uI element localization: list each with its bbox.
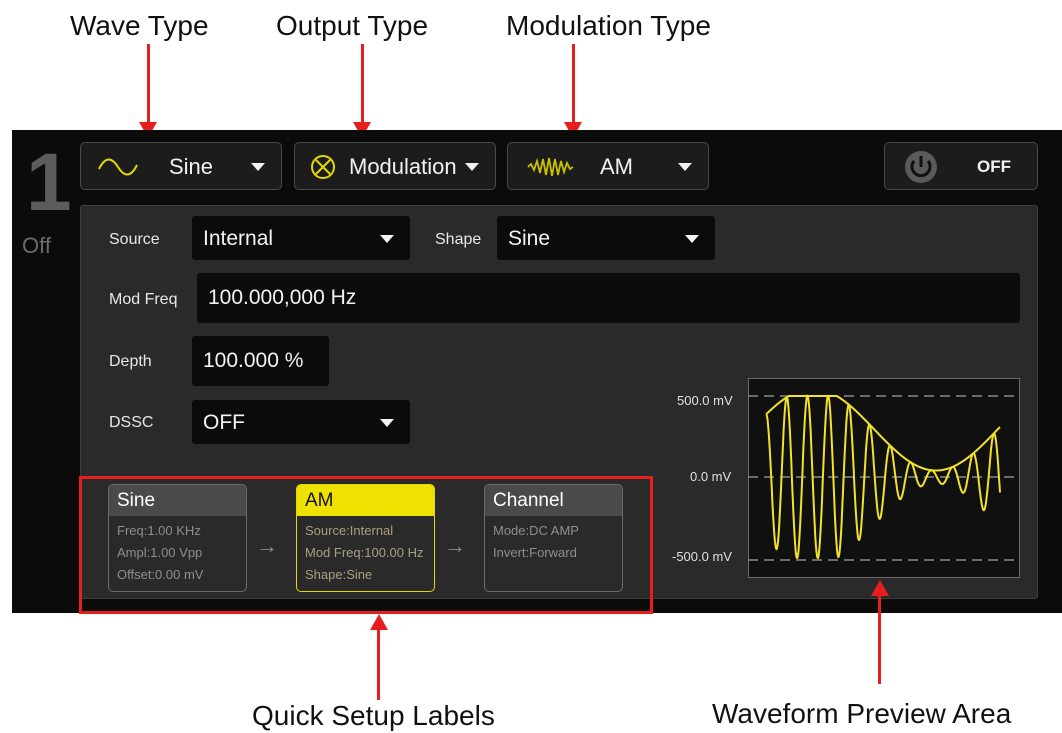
modulation-icon <box>311 155 335 179</box>
callout-arrow-quick-setup <box>377 628 380 700</box>
wave-type-label: Sine <box>169 154 214 179</box>
callout-quick-setup: Quick Setup Labels <box>252 700 495 731</box>
callout-modulation-type: Modulation Type <box>506 10 711 41</box>
callout-waveform-preview: Waveform Preview Area <box>712 698 1012 729</box>
channel-number: 1 <box>26 137 72 228</box>
chevron-down-icon <box>678 163 692 171</box>
source-label: Source <box>109 231 160 248</box>
preview-y-label-mid: 0.0 mV <box>690 469 732 484</box>
mod-freq-field[interactable]: 100.000,000 Hz <box>197 273 1020 323</box>
callout-arrow-wave-type <box>147 44 150 126</box>
power-state-label: OFF <box>977 157 1011 176</box>
preview-y-label-bottom: -500.0 mV <box>672 549 732 564</box>
callout-output-type: Output Type <box>276 10 429 41</box>
output-type-dropdown[interactable]: Modulation <box>294 142 496 190</box>
shape-value: Sine <box>508 227 551 250</box>
wave-type-dropdown[interactable]: Sine <box>80 142 282 190</box>
source-value: Internal <box>203 227 274 250</box>
waveform-preview <box>748 378 1020 578</box>
mod-freq-label: Mod Freq <box>109 291 178 308</box>
depth-field[interactable]: 100.000 % <box>192 336 329 386</box>
callout-arrow-modulation-type <box>572 44 575 126</box>
source-dropdown[interactable]: Internal <box>192 216 410 260</box>
output-power-toggle[interactable]: OFF <box>884 142 1038 190</box>
quick-setup-highlight-box <box>79 476 653 614</box>
chevron-down-icon <box>251 163 265 171</box>
chevron-down-icon <box>380 235 394 243</box>
am-waveform-icon <box>527 157 574 177</box>
callout-arrow-output-type <box>361 44 364 126</box>
callout-arrow-waveform-preview <box>878 594 881 684</box>
depth-value: 100.000 % <box>203 349 304 372</box>
sine-wave-icon <box>98 158 138 176</box>
dssc-dropdown[interactable]: OFF <box>192 400 410 444</box>
shape-label: Shape <box>435 231 482 248</box>
callout-wave-type: Wave Type <box>70 10 209 41</box>
dssc-label: DSSC <box>109 414 154 431</box>
output-type-label: Modulation <box>349 154 457 179</box>
modulation-type-label: AM <box>600 154 633 179</box>
power-icon <box>905 151 937 183</box>
preview-y-label-top: 500.0 mV <box>677 393 733 408</box>
chevron-down-icon <box>380 419 394 427</box>
shape-dropdown[interactable]: Sine <box>497 216 715 260</box>
mod-freq-value: 100.000,000 Hz <box>208 286 357 309</box>
modulation-type-dropdown[interactable]: AM <box>507 142 709 190</box>
dssc-value: OFF <box>203 411 245 434</box>
channel-state: Off <box>22 233 51 258</box>
chevron-down-icon <box>685 235 699 243</box>
chevron-down-icon <box>465 163 479 171</box>
depth-label: Depth <box>109 353 152 370</box>
